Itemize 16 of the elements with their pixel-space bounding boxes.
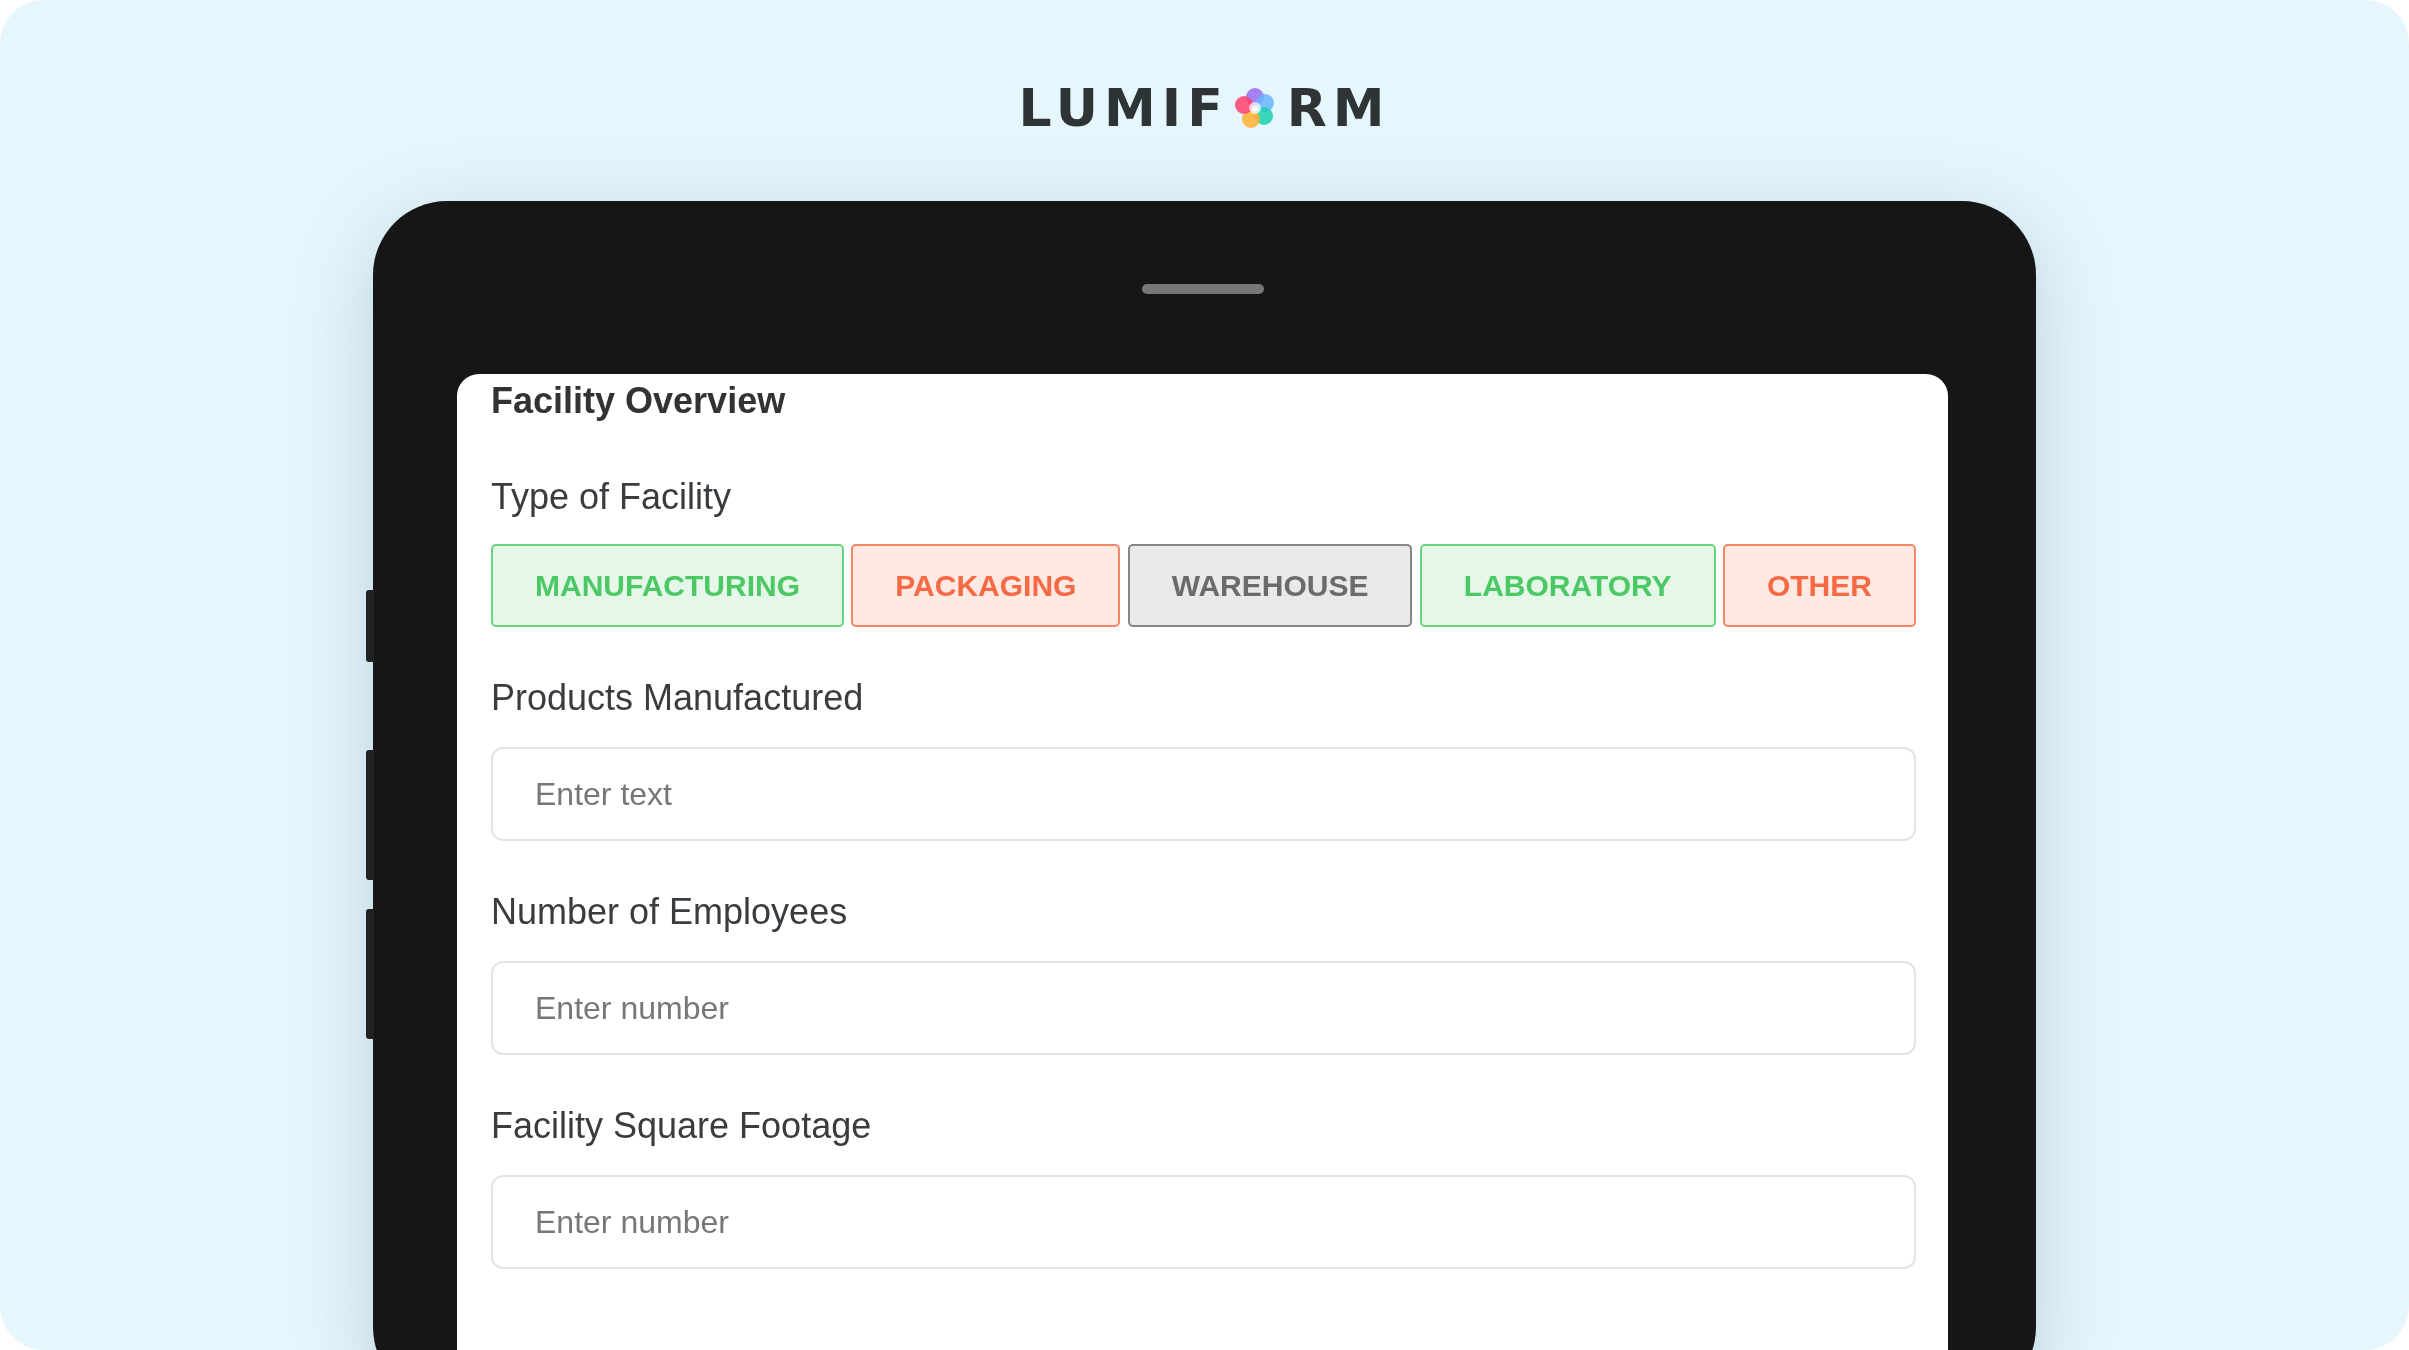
input-field[interactable]: Enter number	[491, 961, 1916, 1055]
form-title: Facility Overview	[491, 380, 787, 422]
facility-type-chip[interactable]: OTHER	[1722, 544, 1916, 627]
logo-text: RM	[1286, 82, 1391, 134]
facility-type-chip[interactable]: MANUFACTURING	[491, 544, 844, 627]
input-field[interactable]: Enter text	[491, 747, 1916, 841]
field-label: Number of Employees	[491, 891, 849, 933]
facility-type-chip[interactable]: WAREHOUSE	[1127, 544, 1413, 627]
input-field[interactable]: Enter number	[491, 1175, 1916, 1269]
field-label: Type of Facility	[491, 476, 733, 518]
facility-type-chip[interactable]: PACKAGING	[851, 544, 1121, 627]
field-label: Products Manufactured	[491, 677, 865, 719]
flower-icon	[1234, 88, 1275, 128]
facility-type-chip[interactable]: LABORATORY	[1419, 544, 1716, 627]
logo-text: LUMIF	[1018, 82, 1229, 134]
field-label: Facility Square Footage	[491, 1105, 873, 1147]
